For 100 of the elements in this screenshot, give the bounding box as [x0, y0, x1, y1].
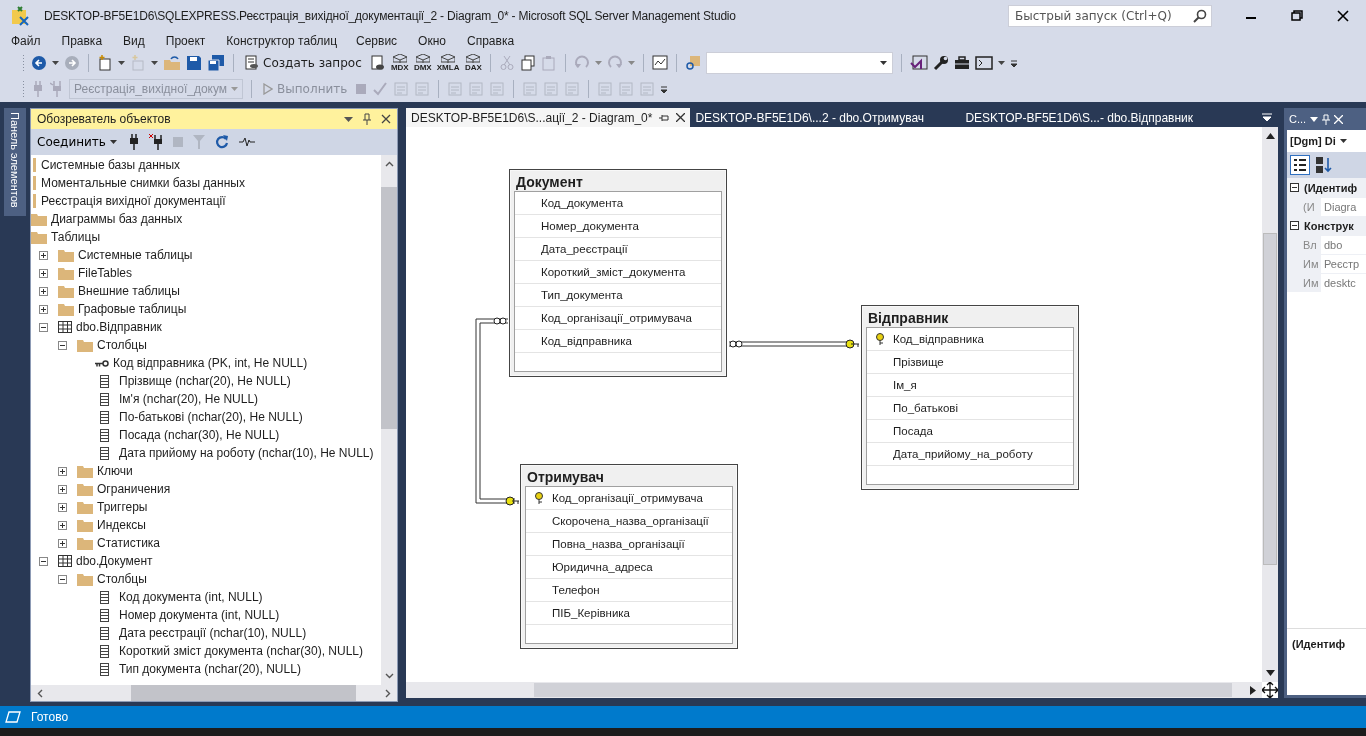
- tree-item[interactable]: Триггеры: [97, 500, 148, 514]
- menu-item[interactable]: Сервис: [349, 34, 412, 48]
- expand-icon[interactable]: [39, 304, 48, 314]
- menu-item[interactable]: Конструктор таблиц: [219, 34, 349, 48]
- collapse-icon[interactable]: [39, 322, 48, 332]
- wrench-icon[interactable]: [933, 55, 950, 71]
- expand-icon[interactable]: [39, 286, 48, 296]
- expand-icon[interactable]: [39, 250, 48, 260]
- overflow-icon[interactable]: [1010, 58, 1019, 68]
- disconnect-icon[interactable]: [148, 134, 163, 150]
- tree-item[interactable]: Тип документа (nchar(20), NULL): [119, 662, 301, 676]
- menu-item[interactable]: Правка: [54, 34, 117, 48]
- tree-item[interactable]: Дата прийому на роботу (nchar(10), Не NULL): [119, 446, 374, 460]
- pin-icon[interactable]: [362, 113, 372, 125]
- expand-icon[interactable]: [58, 538, 67, 548]
- table-shape[interactable]: Документ Код_документа Номер_документа Дата_реєстрації Короткий_зміст_документа Тип_документа Код_організації_отримувача Код_відправника: [509, 169, 727, 377]
- new-query-button[interactable]: Создать запрос: [242, 55, 365, 71]
- toolbox-side-tab[interactable]: Панель элементов: [4, 108, 26, 216]
- toolbox-icon[interactable]: [954, 55, 971, 71]
- collapse-icon[interactable]: [58, 574, 67, 584]
- tree-item[interactable]: Системные таблицы: [78, 248, 193, 262]
- tree-item[interactable]: Код документа (int, NULL): [119, 590, 263, 604]
- tree-item[interactable]: Ограничения: [97, 482, 171, 496]
- move-icon[interactable]: [1262, 682, 1278, 698]
- find-icon[interactable]: [685, 55, 702, 71]
- tree-item[interactable]: По-батькові (nchar(20), Не NULL): [119, 410, 303, 424]
- tree-item[interactable]: Индексы: [97, 518, 146, 532]
- caret-icon[interactable]: [118, 61, 125, 65]
- relationship-line[interactable]: [728, 339, 860, 349]
- tree-item[interactable]: Дата реєстрації (nchar(10), NULL): [119, 626, 307, 640]
- tree-item[interactable]: Посада (nchar(30), Не NULL): [119, 428, 280, 442]
- scrollbar[interactable]: [1262, 127, 1278, 682]
- database-query-icon[interactable]: [369, 55, 386, 71]
- collapse-icon[interactable]: [1290, 221, 1299, 230]
- property-value[interactable]: desktc: [1321, 273, 1366, 292]
- expand-icon[interactable]: [58, 484, 67, 494]
- tree-item[interactable]: dbo.Документ: [76, 554, 153, 568]
- check-icon[interactable]: [372, 81, 389, 97]
- tree-item[interactable]: Моментальные снимки базы данных: [41, 176, 245, 190]
- menu-item[interactable]: Окно: [411, 34, 460, 48]
- tree-item[interactable]: Таблицы: [51, 230, 100, 244]
- caret-icon[interactable]: [998, 61, 1006, 65]
- activity-monitor-icon[interactable]: [652, 55, 669, 71]
- property-value[interactable]: Diagra: [1321, 197, 1366, 216]
- collapse-icon[interactable]: [39, 556, 48, 566]
- toolbar-grip[interactable]: [22, 54, 26, 72]
- menu-item[interactable]: Вид: [116, 34, 159, 48]
- scroll-down-icon[interactable]: [384, 673, 394, 679]
- toolbar-grip[interactable]: [22, 80, 26, 98]
- console-icon[interactable]: [975, 55, 994, 71]
- tree-item[interactable]: Прізвище (nchar(20), Не NULL): [119, 374, 291, 388]
- document-tab[interactable]: DESKTOP-BF5E1D6\S...- dbo.Відправник: [960, 108, 1199, 127]
- scroll-right-icon[interactable]: [1250, 685, 1256, 695]
- menu-item[interactable]: Справка: [460, 34, 522, 48]
- scroll-left-icon[interactable]: [37, 688, 43, 698]
- close-icon[interactable]: [381, 114, 391, 124]
- tree-item[interactable]: Ключи: [97, 464, 133, 478]
- overflow-icon[interactable]: [660, 84, 669, 94]
- new-item-icon[interactable]: [97, 55, 113, 71]
- quick-launch-field[interactable]: Быстрый запуск (Ctrl+Q): [1008, 5, 1212, 27]
- refresh-icon[interactable]: [214, 135, 229, 149]
- menu-item[interactable]: Проект: [158, 34, 220, 48]
- tree-item[interactable]: Ім'я (nchar(20), Не NULL): [119, 392, 259, 406]
- caret-icon[interactable]: [52, 61, 59, 65]
- query-type-button[interactable]: MDX: [390, 54, 409, 72]
- caret-icon[interactable]: [1310, 116, 1319, 122]
- expand-icon[interactable]: [58, 466, 67, 476]
- scroll-up-icon[interactable]: [384, 161, 394, 167]
- table-shape[interactable]: Відправник Код_відправника Прізвище Ім_я По_батькові Посада Дата_прийому_на_роботу: [861, 305, 1079, 490]
- collapse-icon[interactable]: [1290, 183, 1299, 192]
- copy-icon[interactable]: [520, 55, 537, 71]
- close-icon[interactable]: [676, 113, 686, 122]
- scroll-right-icon[interactable]: [385, 688, 391, 698]
- document-tab[interactable]: DESKTOP-BF5E1D6\S...ації_2 - Diagram_0*: [406, 108, 691, 127]
- open-folder-icon[interactable]: [163, 55, 181, 71]
- caret-icon[interactable]: [344, 116, 353, 122]
- expand-icon[interactable]: [58, 520, 67, 530]
- pin-icon[interactable]: [659, 112, 670, 123]
- tree-item[interactable]: FileTables: [78, 266, 133, 280]
- collapse-icon[interactable]: [58, 340, 67, 350]
- tree-item[interactable]: Реєстрація вихідної документації: [41, 194, 226, 208]
- tree-item[interactable]: Системные базы данных: [41, 158, 181, 172]
- plug-icon[interactable]: [128, 134, 139, 150]
- menu-item[interactable]: Файл: [4, 34, 55, 48]
- property-value[interactable]: Реєстр: [1321, 254, 1366, 273]
- query-type-button[interactable]: DAX: [464, 54, 483, 72]
- query-type-button[interactable]: XMLA: [436, 54, 460, 72]
- tree-item[interactable]: Короткий зміст документа (nchar(30), NULL): [119, 644, 364, 658]
- caret-icon[interactable]: [880, 61, 888, 65]
- scrollbar[interactable]: [31, 685, 397, 701]
- expand-icon[interactable]: [39, 268, 48, 278]
- tree-item[interactable]: Диаграммы баз данных: [51, 212, 183, 226]
- tree-item[interactable]: Статистика: [97, 536, 161, 550]
- sort-alphabetical-icon[interactable]: [1315, 156, 1333, 174]
- scrollbar[interactable]: [381, 155, 397, 685]
- caret-icon[interactable]: [151, 61, 158, 65]
- save-all-icon[interactable]: [207, 55, 225, 71]
- scroll-down-icon[interactable]: [1265, 670, 1275, 676]
- solution-icon[interactable]: [910, 55, 929, 71]
- tab-list-icon[interactable]: [1262, 113, 1272, 122]
